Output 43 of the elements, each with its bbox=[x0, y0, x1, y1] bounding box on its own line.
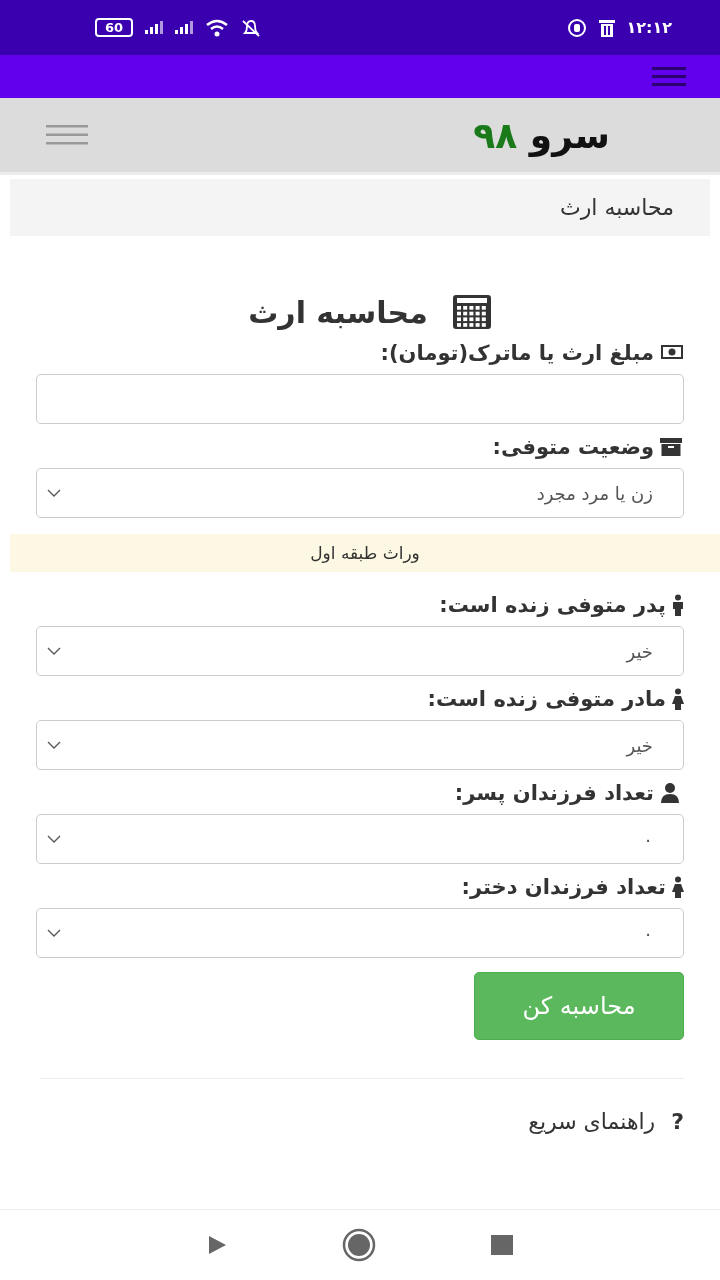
chevron-down-icon bbox=[47, 741, 61, 749]
chevron-down-icon bbox=[47, 489, 61, 497]
circle-icon bbox=[342, 1228, 376, 1262]
field-label: پدر متوفی زنده است: bbox=[439, 593, 666, 617]
select-field[interactable]: ۰ bbox=[36, 814, 684, 864]
male-figure-icon bbox=[672, 594, 684, 616]
muted-bell-icon bbox=[241, 18, 262, 37]
square-icon bbox=[490, 1235, 513, 1255]
section-heading: وراث طبقه اول bbox=[310, 543, 420, 563]
field-label: تعداد فرزندان پسر: bbox=[454, 781, 654, 805]
field-label: مادر متوفی زنده است: bbox=[427, 687, 666, 711]
select-field[interactable]: ۰ bbox=[36, 908, 684, 958]
select-field[interactable]: خیر bbox=[36, 626, 684, 676]
field-label: تعداد فرزندان دختر: bbox=[461, 875, 666, 899]
breadcrumb-item[interactable]: محاسبه ارث bbox=[560, 195, 674, 220]
wifi-icon bbox=[205, 18, 230, 37]
triangle-icon bbox=[207, 1235, 228, 1255]
input-field[interactable] bbox=[36, 374, 684, 424]
signal-icon bbox=[145, 21, 164, 34]
female-figure-icon bbox=[672, 688, 684, 710]
menu-icon bbox=[46, 125, 88, 145]
site-logo[interactable]: سرو ۹۸ bbox=[473, 114, 610, 156]
menu-icon bbox=[652, 66, 686, 87]
battery-icon: 60 bbox=[95, 18, 134, 37]
chevron-down-icon bbox=[47, 929, 61, 937]
trash-icon bbox=[598, 18, 615, 37]
home-button[interactable] bbox=[342, 1228, 376, 1262]
calculator-icon bbox=[451, 294, 492, 330]
signal-icon bbox=[175, 21, 194, 34]
female-figure-icon bbox=[672, 876, 684, 898]
clock-time: ۱۲:۱۲ bbox=[626, 18, 672, 37]
recents-button[interactable] bbox=[490, 1235, 513, 1255]
archive-box-icon bbox=[660, 436, 684, 458]
select-field[interactable]: خیر bbox=[36, 720, 684, 770]
field-label: مبلغ ارث یا ماترک(تومان): bbox=[380, 341, 654, 365]
page-title: محاسبه ارث bbox=[248, 294, 428, 330]
select-field[interactable]: زن یا مرد مجرد bbox=[36, 468, 684, 518]
back-button[interactable] bbox=[207, 1235, 228, 1255]
chevron-down-icon bbox=[47, 647, 61, 655]
chevron-down-icon bbox=[47, 835, 61, 843]
question-mark-icon: ? bbox=[671, 1109, 684, 1134]
field-label: وضعیت متوفی: bbox=[492, 435, 654, 459]
help-heading: راهنمای سریع bbox=[528, 1109, 656, 1134]
